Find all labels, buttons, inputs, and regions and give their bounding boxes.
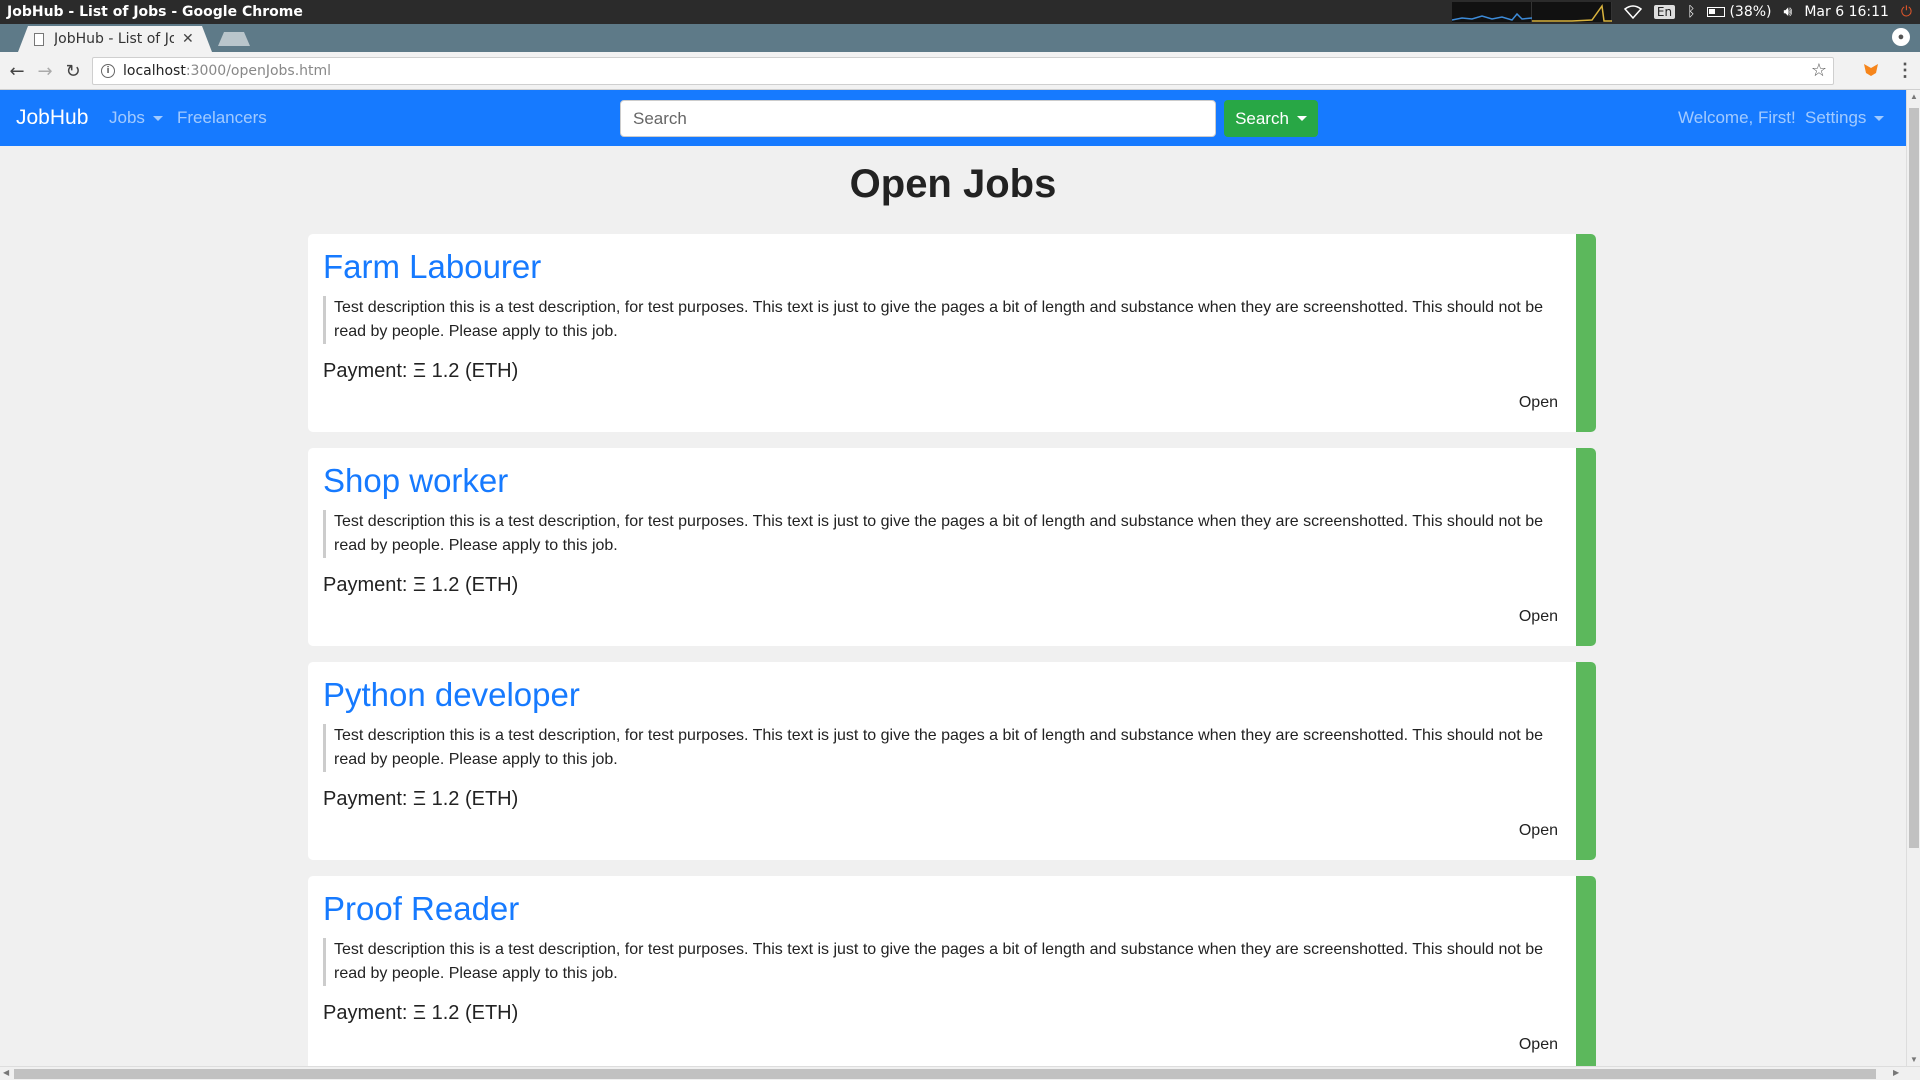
job-status: Open — [1518, 608, 1558, 625]
metamask-extension-icon[interactable] — [1862, 61, 1880, 79]
reload-icon[interactable]: ↻ — [62, 60, 84, 82]
job-title-link[interactable]: Python developer — [323, 676, 580, 714]
job-card: Python developer Test description this i… — [308, 662, 1596, 860]
url-host: localhost — [123, 63, 186, 79]
forward-icon[interactable]: → — [34, 60, 56, 82]
page-title: Open Jobs — [849, 162, 1057, 206]
system-tray: En ᛒ (38%) 🔊︎ Mar 6 16:11 ⏻ — [1451, 0, 1920, 24]
status-stripe — [1576, 662, 1596, 860]
address-bar[interactable]: i localhost:3000/openJobs.html ☆ — [92, 57, 1834, 85]
job-description: Test description this is a test descript… — [323, 510, 1573, 558]
job-title-link[interactable]: Farm Labourer — [323, 248, 541, 286]
os-top-bar: JobHub - List of Jobs - Google Chrome En… — [0, 0, 1920, 24]
search-button[interactable]: Search — [1224, 100, 1318, 137]
caret-down-icon — [152, 115, 163, 121]
job-description: Test description this is a test descript… — [323, 296, 1573, 344]
settings-dropdown[interactable]: Settings — [1805, 108, 1885, 128]
tab-strip: JobHub - List of Jobs ✕ ● — [0, 24, 1920, 52]
brand-link[interactable]: JobHub — [16, 106, 88, 130]
wifi-icon[interactable] — [1623, 5, 1642, 19]
job-title-link[interactable]: Proof Reader — [323, 890, 519, 928]
window-title: JobHub - List of Jobs - Google Chrome — [7, 4, 303, 20]
job-status: Open — [1518, 394, 1558, 411]
page-icon — [34, 32, 44, 46]
power-icon[interactable]: ⏻ — [1901, 4, 1912, 20]
job-card: Shop worker Test description this is a t… — [308, 448, 1596, 646]
jobs-dropdown[interactable]: Jobs — [109, 108, 163, 128]
job-payment: Payment: Ξ 1.2 (ETH) — [323, 360, 519, 382]
bluetooth-icon[interactable]: ᛒ — [1687, 4, 1695, 20]
job-title-link[interactable]: Shop worker — [323, 462, 508, 500]
navbar: JobHub Jobs Freelancers Search Welcome, … — [0, 90, 1906, 146]
browser-tab[interactable]: JobHub - List of Jobs ✕ — [18, 26, 212, 52]
search-button-label: Search — [1235, 108, 1289, 128]
tab-title: JobHub - List of Jobs — [54, 31, 174, 47]
back-icon[interactable]: ← — [6, 60, 28, 82]
search-input[interactable] — [620, 100, 1216, 137]
status-stripe — [1576, 234, 1596, 432]
freelancers-link[interactable]: Freelancers — [177, 108, 267, 128]
horizontal-scrollbar[interactable]: ◀ ▶ — [0, 1066, 1920, 1080]
caret-down-icon — [1296, 116, 1307, 121]
job-payment: Payment: Ξ 1.2 (ETH) — [323, 1002, 519, 1024]
status-stripe — [1576, 448, 1596, 646]
caret-down-icon — [1874, 115, 1885, 121]
browser-toolbar: ← → ↻ i localhost:3000/openJobs.html ☆ ⋮ — [0, 52, 1920, 90]
job-status: Open — [1518, 1036, 1558, 1053]
new-tab-button[interactable] — [218, 32, 250, 46]
job-status: Open — [1518, 822, 1558, 839]
job-card: Farm Labourer Test description this is a… — [308, 234, 1596, 432]
job-card: Proof Reader Test description this is a … — [308, 876, 1596, 1066]
chrome-menu-icon[interactable]: ⋮ — [1896, 60, 1914, 81]
battery-icon — [1707, 7, 1726, 17]
settings-label: Settings — [1805, 108, 1867, 127]
scroll-left-icon[interactable]: ◀ — [3, 1068, 9, 1077]
vertical-scrollbar[interactable]: ▲ ▼ — [1906, 90, 1920, 1066]
info-icon[interactable]: i — [101, 64, 115, 78]
close-tab-icon[interactable]: ✕ — [182, 31, 194, 47]
clock[interactable]: Mar 6 16:11 — [1804, 4, 1889, 20]
profile-icon[interactable]: ● — [1892, 28, 1910, 46]
horizontal-scroll-thumb[interactable] — [14, 1069, 1876, 1079]
welcome-text: Welcome, First! — [1678, 108, 1796, 127]
scroll-up-icon[interactable]: ▲ — [1910, 92, 1918, 101]
page-viewport: JobHub Jobs Freelancers Search Welcome, … — [0, 90, 1906, 1066]
battery-percentage: (38%) — [1729, 4, 1772, 20]
job-description: Test description this is a test descript… — [323, 724, 1573, 772]
status-stripe — [1576, 876, 1596, 1066]
bookmark-star-icon[interactable]: ☆ — [1811, 60, 1827, 81]
job-payment: Payment: Ξ 1.2 (ETH) — [323, 574, 519, 596]
job-description: Test description this is a test descript… — [323, 938, 1573, 986]
battery-indicator[interactable]: (38%) — [1707, 4, 1772, 20]
url-path: :3000/openJobs.html — [185, 63, 332, 79]
volume-icon[interactable]: 🔊︎ — [1784, 4, 1793, 20]
vertical-scroll-thumb[interactable] — [1909, 108, 1919, 848]
keyboard-layout-indicator[interactable]: En — [1653, 5, 1676, 19]
scroll-down-icon[interactable]: ▼ — [1910, 1055, 1918, 1064]
scroll-right-icon[interactable]: ▶ — [1893, 1068, 1899, 1077]
system-monitor-graph — [1451, 2, 1612, 22]
jobs-label: Jobs — [109, 108, 145, 127]
job-payment: Payment: Ξ 1.2 (ETH) — [323, 788, 519, 810]
